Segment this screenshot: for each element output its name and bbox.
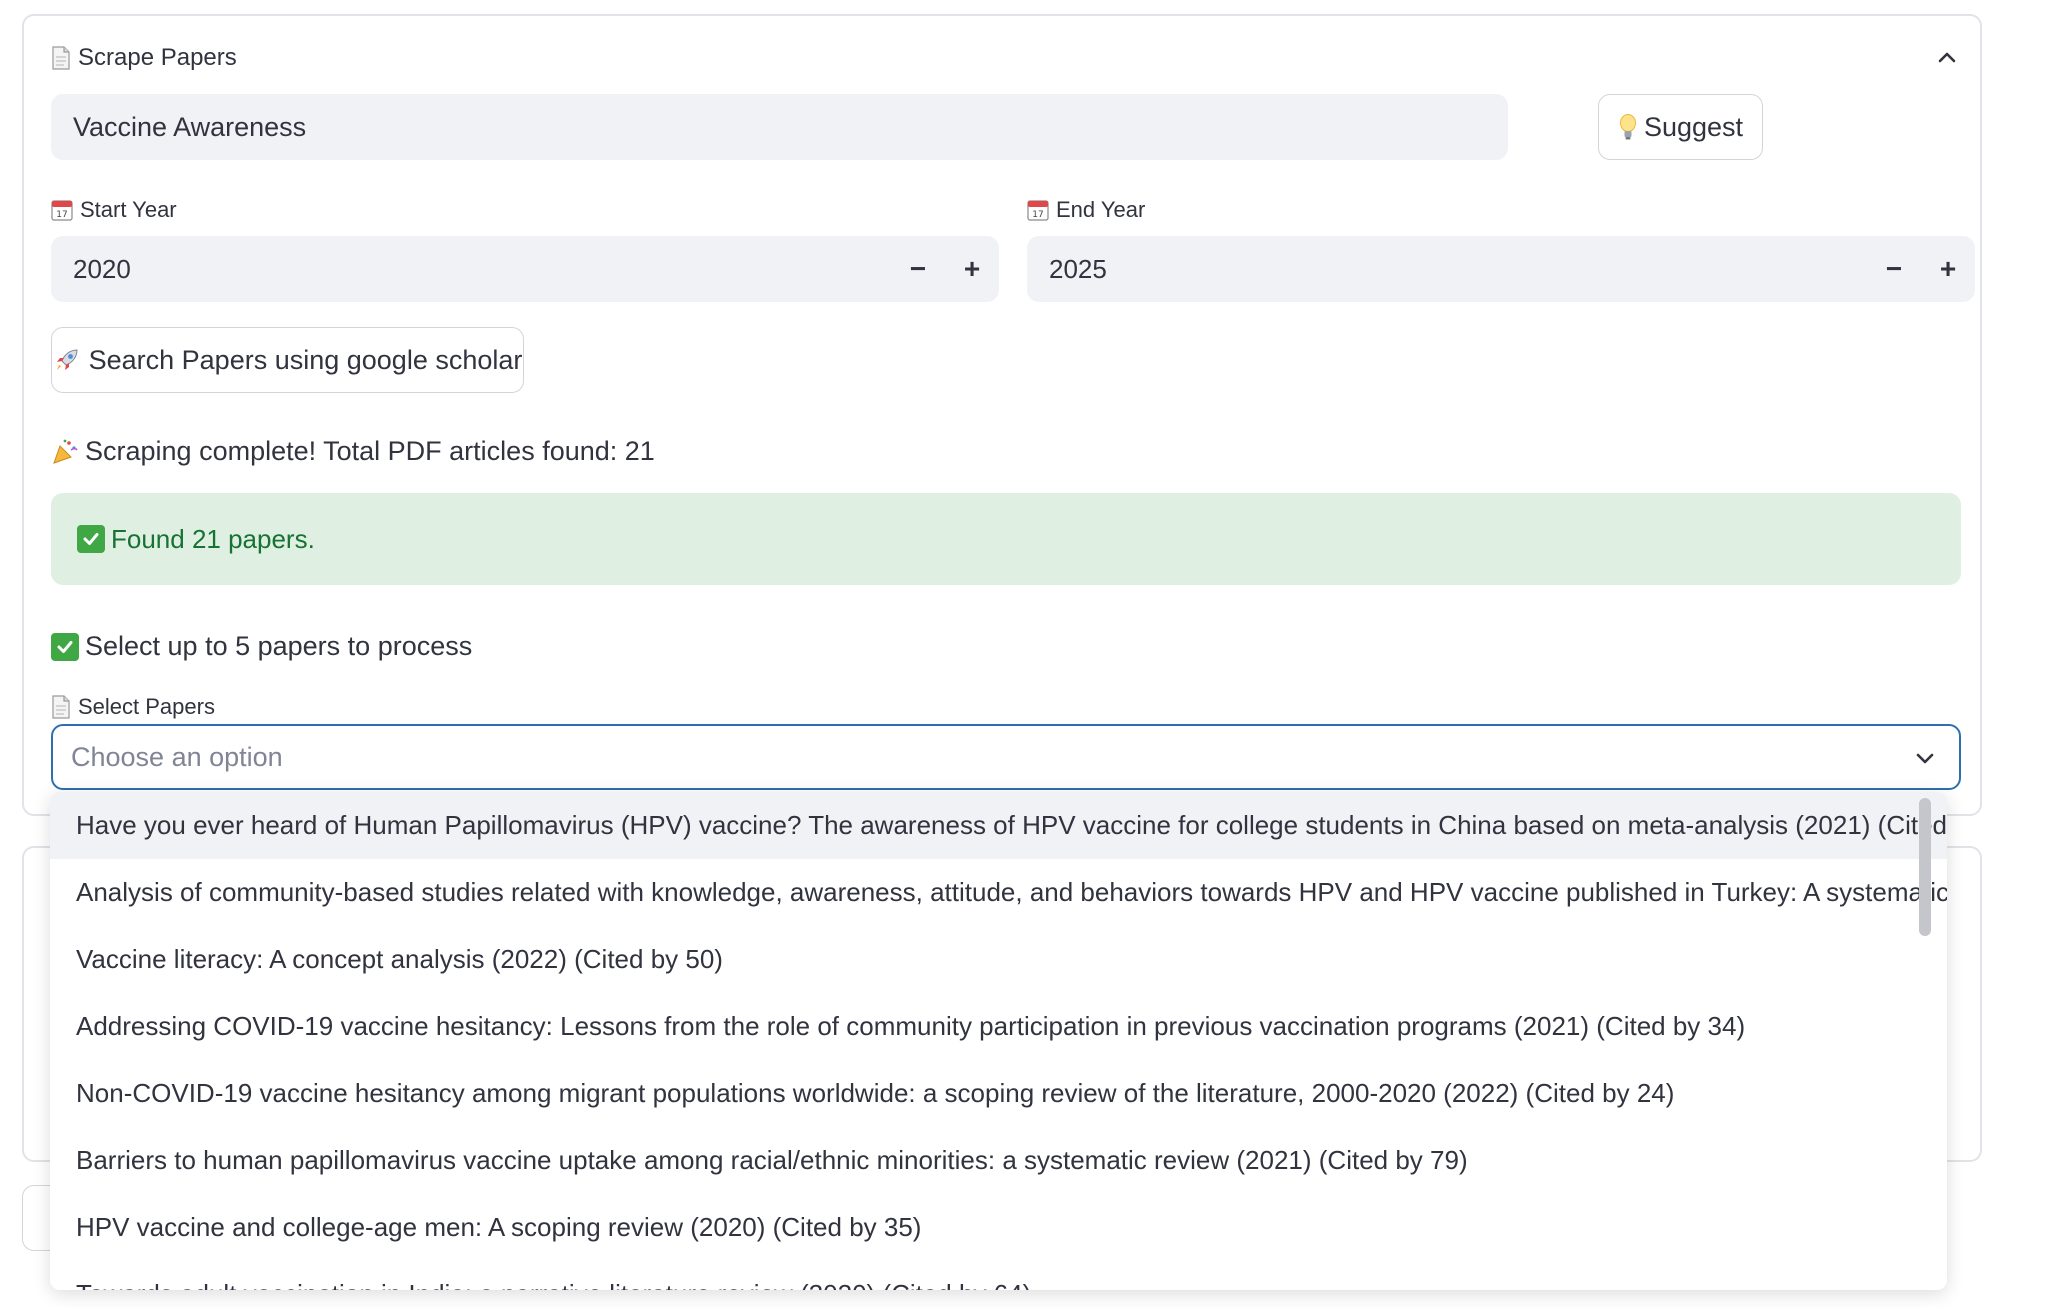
dropdown-option[interactable]: Have you ever heard of Human Papillomavi…: [50, 792, 1947, 859]
start-year-label-text: Start Year: [80, 197, 177, 222]
paper-options-dropdown[interactable]: Have you ever heard of Human Papillomavi…: [50, 792, 1947, 1290]
dropdown-option[interactable]: Addressing COVID-19 vaccine hesitancy: L…: [50, 993, 1947, 1060]
start-year-value[interactable]: 2020: [51, 254, 891, 285]
dropdown-scrollbar[interactable]: [1919, 798, 1931, 936]
start-year-decrement-button[interactable]: −: [891, 236, 945, 302]
page-icon: [52, 695, 70, 719]
start-year-increment-button[interactable]: +: [945, 236, 999, 302]
end-year-label-text: End Year: [1056, 197, 1146, 222]
end-year-increment-button[interactable]: +: [1921, 236, 1975, 302]
check-icon: [77, 525, 105, 553]
svg-text:17: 17: [56, 210, 67, 220]
select-placeholder: Choose an option: [71, 741, 283, 772]
select-limit-text: Select up to 5 papers to process: [85, 631, 473, 661]
scrape-papers-expander: Scrape Papers Vaccine Awareness Suggest …: [22, 14, 1982, 816]
end-year-input[interactable]: 2025 − +: [1027, 236, 1975, 302]
dropdown-option[interactable]: Vaccine literacy: A concept analysis (20…: [50, 926, 1947, 993]
select-papers-multiselect[interactable]: Choose an option: [51, 724, 1961, 790]
chevron-down-icon[interactable]: [1911, 744, 1939, 772]
rocket-icon: [56, 349, 78, 370]
calendar-icon: 17: [51, 200, 73, 221]
options-list: Have you ever heard of Human Papillomavi…: [50, 792, 1947, 1290]
expander-header[interactable]: Scrape Papers: [50, 44, 237, 72]
chevron-up-icon[interactable]: [1932, 42, 1962, 72]
scraping-status: Scraping complete! Total PDF articles fo…: [51, 436, 655, 467]
search-papers-label: Search Papers using google scholar: [88, 344, 523, 375]
start-year-label: 17 Start Year: [50, 197, 177, 223]
suggest-button[interactable]: Suggest: [1598, 94, 1763, 160]
dropdown-option[interactable]: Analysis of community-based studies rela…: [50, 859, 1947, 926]
calendar-icon: 17: [1027, 200, 1049, 221]
dropdown-option[interactable]: HPV vaccine and college-age men: A scopi…: [50, 1194, 1947, 1261]
svg-text:17: 17: [1032, 210, 1043, 220]
select-papers-label-text: Select Papers: [78, 694, 215, 719]
lightbulb-icon: [1619, 114, 1636, 140]
end-year-label: 17 End Year: [1026, 197, 1145, 223]
suggest-label: Suggest: [1643, 111, 1744, 142]
dropdown-option[interactable]: Barriers to human papillomavirus vaccine…: [50, 1127, 1947, 1194]
search-papers-button[interactable]: Search Papers using google scholar: [51, 327, 524, 393]
select-limit-info: Select up to 5 papers to process: [51, 631, 472, 662]
page-icon: [52, 46, 70, 70]
start-year-input[interactable]: 2020 − +: [51, 236, 999, 302]
end-year-value[interactable]: 2025: [1027, 254, 1867, 285]
dropdown-option[interactable]: Non-COVID-19 vaccine hesitancy among mig…: [50, 1060, 1947, 1127]
scraping-status-text: Scraping complete! Total PDF articles fo…: [85, 436, 655, 466]
expander-title: Scrape Papers: [78, 44, 237, 71]
success-alert: Found 21 papers.: [51, 493, 1961, 585]
success-alert-text: Found 21 papers.: [111, 523, 315, 554]
end-year-decrement-button[interactable]: −: [1867, 236, 1921, 302]
party-popper-icon: [53, 439, 78, 464]
dropdown-option[interactable]: Towards adult vaccination in India: a na…: [50, 1261, 1947, 1290]
check-icon: [51, 632, 79, 661]
select-papers-label: Select Papers: [50, 694, 215, 720]
topic-input[interactable]: Vaccine Awareness: [51, 94, 1508, 160]
